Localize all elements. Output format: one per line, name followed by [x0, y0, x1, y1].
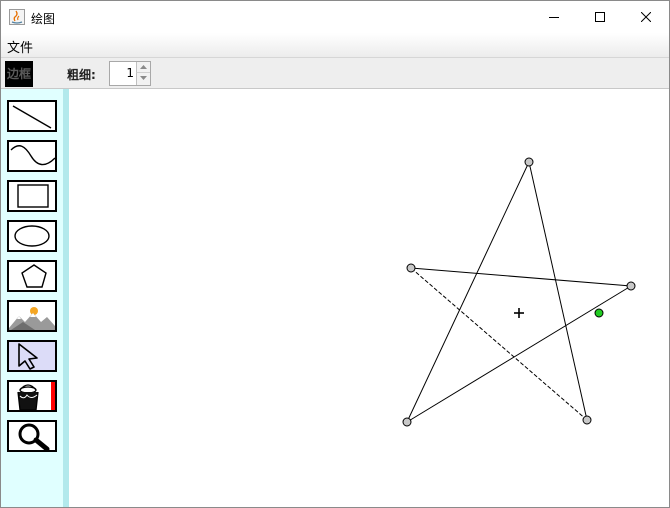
curve-icon	[10, 145, 55, 166]
title-bar[interactable]: 绘图	[1, 1, 669, 33]
star-edge	[410, 267, 632, 287]
app-window: 绘图 文件 边框 粗细: 1	[0, 0, 670, 508]
maximize-button[interactable]	[577, 1, 623, 33]
thickness-value[interactable]: 1	[110, 62, 134, 85]
border-color-button[interactable]: 边框	[5, 61, 33, 87]
drawing-canvas[interactable]	[69, 89, 669, 507]
cursor-arrow-icon	[18, 343, 38, 370]
spinner-up-button[interactable]	[136, 62, 150, 73]
window-title: 绘图	[31, 12, 56, 26]
tool-panel	[1, 89, 63, 507]
line-icon	[12, 105, 52, 129]
thickness-spinner[interactable]: 1	[109, 61, 151, 86]
toolbar: 边框 粗细: 1	[1, 57, 669, 89]
landscape-image-icon	[9, 302, 55, 330]
chevron-up-icon	[140, 65, 147, 69]
thickness-label: 粗细:	[67, 68, 96, 82]
tool-image-button[interactable]	[7, 300, 57, 332]
active-handle[interactable]	[594, 308, 604, 318]
star-edge	[406, 285, 632, 423]
vertex-handle[interactable]	[406, 263, 416, 273]
ellipse-icon	[14, 225, 50, 247]
menu-file[interactable]: 文件	[7, 37, 33, 56]
close-icon	[641, 12, 651, 22]
java-app-icon	[9, 9, 25, 25]
star-edge-dashed	[410, 267, 588, 421]
tool-curve-button[interactable]	[7, 140, 57, 172]
star-edge	[528, 161, 588, 421]
center-crosshair-icon[interactable]	[514, 308, 524, 318]
vertex-handle[interactable]	[402, 417, 412, 427]
tool-rectangle-button[interactable]	[7, 180, 57, 212]
tool-polygon-button[interactable]	[7, 260, 57, 292]
vertex-handle[interactable]	[582, 415, 592, 425]
canvas-drawing	[402, 157, 636, 427]
chevron-down-icon	[140, 76, 147, 80]
pentagon-icon	[21, 264, 47, 288]
minimize-button[interactable]	[531, 1, 577, 33]
menu-bar: 文件	[1, 33, 669, 57]
tool-line-button[interactable]	[7, 100, 57, 132]
tool-select-button[interactable]	[7, 340, 57, 372]
vertex-handle[interactable]	[524, 157, 534, 167]
spinner-down-button[interactable]	[136, 73, 150, 85]
paint-bucket-icon	[17, 382, 55, 410]
star-edge	[406, 161, 530, 423]
tool-ellipse-button[interactable]	[7, 220, 57, 252]
vertex-handle[interactable]	[626, 281, 636, 291]
tool-fill-button[interactable]	[7, 380, 57, 412]
magnifier-icon	[18, 423, 50, 450]
close-button[interactable]	[623, 1, 669, 33]
tool-zoom-button[interactable]	[7, 420, 57, 452]
minimize-icon	[549, 17, 559, 18]
maximize-icon	[595, 12, 605, 22]
rectangle-icon	[17, 184, 49, 208]
